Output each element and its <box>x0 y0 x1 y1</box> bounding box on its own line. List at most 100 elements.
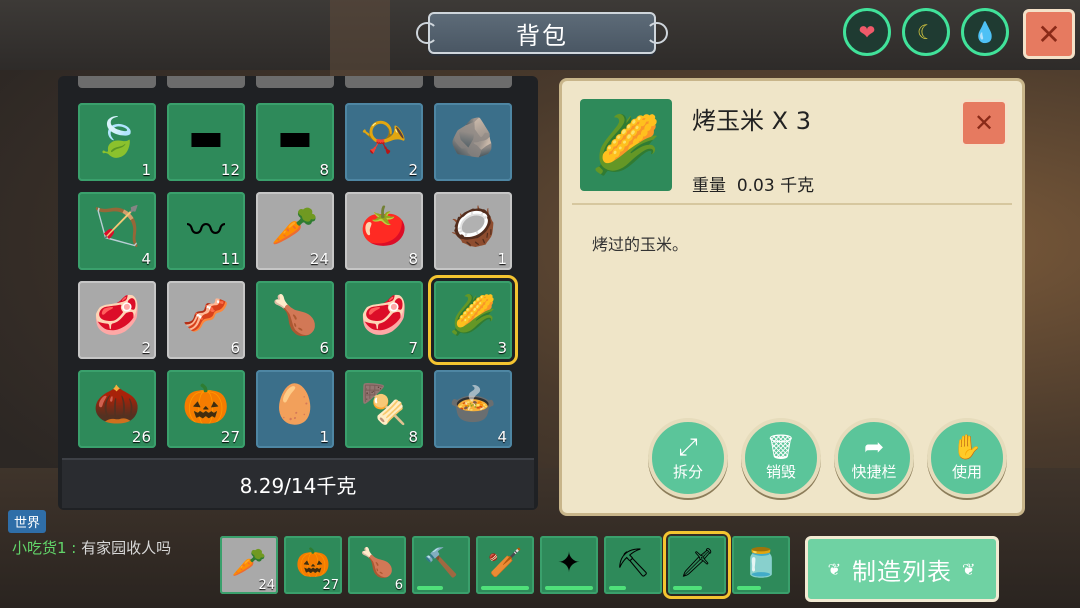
inventory-slot[interactable]: 🥚 1 <box>256 370 334 448</box>
leaf-icon: 🍃 <box>93 114 141 159</box>
water-drop-icon: 💧 <box>972 20 998 44</box>
slot-count: 8 <box>408 428 418 446</box>
hotbar-slot[interactable]: 🫙 <box>732 536 790 594</box>
split-arrows-icon: ⤢ <box>678 432 698 461</box>
sword-icon: 🗡 <box>679 545 715 579</box>
trash-icon: 🗑 <box>765 432 797 461</box>
slot-count: 1 <box>141 161 151 179</box>
slot-count: 12 <box>220 161 240 179</box>
destroy-button[interactable]: 🗑 销毁 <box>741 418 821 498</box>
chat-channel-tab[interactable]: 世界 <box>8 510 47 533</box>
durability-bar <box>481 586 529 590</box>
quickbar-button[interactable]: ➦ 快捷栏 <box>834 418 914 498</box>
slot-count: 26 <box>131 428 151 446</box>
back-arrow-icon: ➦ <box>863 432 885 461</box>
chicken-leg-icon: 🍗 <box>271 292 319 337</box>
slot-count: 27 <box>220 428 240 446</box>
page-title-text: 背包 <box>516 21 568 50</box>
hotbar-slot[interactable]: 🔨 <box>412 536 470 594</box>
roasted-pumpkin-icon: 🎃 <box>182 381 230 426</box>
inventory-slot[interactable]: 〰 11 <box>167 192 245 270</box>
use-button[interactable]: ✋ 使用 <box>927 418 1007 498</box>
inventory-slot[interactable]: 🥩 2 <box>78 281 156 359</box>
slot-count: 24 <box>258 578 275 593</box>
raw-meat-icon: 🥩 <box>93 292 141 337</box>
inventory-slot[interactable]: 🥩 7 <box>345 281 423 359</box>
chat-sender: 小吃货1 : <box>12 539 77 557</box>
craft-decoration-icon: ❦ <box>827 559 842 579</box>
inventory-slot[interactable]: 📯 2 <box>345 103 423 181</box>
inventory-panel[interactable]: 🍃 1 ▬ 12 ▬ 8 📯 2 🪨 🏹 4 〰 11 🥕 24 🍅 8 🥥 1 🥩 2 🥓 6 🍗 6 🥩 7 🌽 3 🌰 26 🎃 27 🥚 1… <box>58 76 538 510</box>
slot-count: 1 <box>497 250 507 268</box>
heart-icon: ❤ <box>858 20 876 44</box>
inventory-weight: 8.29/14千克 <box>62 458 534 508</box>
hotbar-slot[interactable]: 🗡 <box>663 531 731 599</box>
close-detail-button[interactable]: ✕ <box>960 99 1008 147</box>
carrot-icon: 🥕 <box>231 545 267 579</box>
item-weight-value: 0.03 千克 <box>736 176 815 196</box>
silver-ingot-icon: ▬ <box>277 115 313 159</box>
slot-count: 6 <box>319 339 329 357</box>
durability-bar <box>545 586 593 590</box>
page-title: 背包 <box>416 12 668 54</box>
inventory-slot[interactable]: ▬ 12 <box>167 103 245 181</box>
inventory-slot[interactable]: 🎃 27 <box>167 370 245 448</box>
hotbar-slot[interactable]: 🥕 24 <box>220 536 278 594</box>
inventory-slot-peek[interactable] <box>256 76 334 88</box>
stone-icon: 🪨 <box>449 114 497 159</box>
hotbar-slot[interactable]: 🏏 <box>476 536 534 594</box>
use-label: 使用 <box>951 462 982 481</box>
inventory-slot[interactable]: 🍲 4 <box>434 370 512 448</box>
roasted-nut-icon: 🌰 <box>93 381 141 426</box>
item-weight-label: 重量 <box>692 176 726 196</box>
inventory-slot[interactable]: 🌰 26 <box>78 370 156 448</box>
horn-icon: 📯 <box>360 114 408 159</box>
split-label: 拆分 <box>672 462 703 481</box>
inventory-slot[interactable]: 🥕 24 <box>256 192 334 270</box>
kebab-icon: 🍢 <box>360 381 408 426</box>
banner-curl-left <box>416 22 438 44</box>
hotbar-slot[interactable]: ⛏ <box>604 536 662 594</box>
item-description: 烤过的玉米。 <box>592 235 689 254</box>
inventory-slot-peek[interactable] <box>434 76 512 88</box>
hotbar-slot[interactable]: 🎃 27 <box>284 536 342 594</box>
split-button[interactable]: ⤢ 拆分 <box>648 418 728 498</box>
inventory-slot[interactable]: 🪨 <box>434 103 512 181</box>
banner-curl-right <box>646 22 668 44</box>
inventory-slot[interactable]: ▬ 8 <box>256 103 334 181</box>
crafting-list-button[interactable]: ❦ 制造列表 ❦ <box>805 536 999 602</box>
egg-icon: 🥚 <box>271 381 319 426</box>
slot-count: 8 <box>408 250 418 268</box>
slot-count: 3 <box>497 339 507 357</box>
inventory-slot-peek[interactable] <box>345 76 423 88</box>
slot-count: 27 <box>322 578 339 593</box>
inventory-slot[interactable]: 🍢 8 <box>345 370 423 448</box>
close-backpack-button[interactable]: ✕ <box>1023 9 1075 59</box>
slot-count: 4 <box>141 250 151 268</box>
craft-decoration-icon: ❦ <box>962 559 977 579</box>
slot-count: 11 <box>220 250 240 268</box>
inventory-slot[interactable]: 🍃 1 <box>78 103 156 181</box>
inventory-slot[interactable]: 🌽 3 <box>428 275 518 365</box>
banana-icon: ☾ <box>917 20 935 44</box>
inventory-weight-text: 8.29/14千克 <box>239 473 357 498</box>
slot-count: 6 <box>230 339 240 357</box>
slot-count: 24 <box>309 250 329 268</box>
inventory-slot[interactable]: 🥥 1 <box>434 192 512 270</box>
slot-count: 2 <box>408 161 418 179</box>
inventory-slot[interactable]: 🥓 6 <box>167 281 245 359</box>
slot-count: 2 <box>141 339 151 357</box>
destroy-label: 销毁 <box>765 462 796 481</box>
inventory-slot-peek[interactable] <box>78 76 156 88</box>
hotbar-slot[interactable]: ✦ <box>540 536 598 594</box>
divider <box>572 203 1012 205</box>
health-gauge: ❤ <box>843 8 891 56</box>
inventory-slot[interactable]: 🍗 6 <box>256 281 334 359</box>
inventory-slot-peek[interactable] <box>167 76 245 88</box>
hotbar-slot[interactable]: 🍗 6 <box>348 536 406 594</box>
item-weight: 重量 0.03 千克 <box>692 171 814 196</box>
inventory-slot[interactable]: 🏹 4 <box>78 192 156 270</box>
crystal-staff-icon: ✦ <box>557 545 581 579</box>
chat-text: 有家园收人吗 <box>81 539 172 557</box>
inventory-slot[interactable]: 🍅 8 <box>345 192 423 270</box>
